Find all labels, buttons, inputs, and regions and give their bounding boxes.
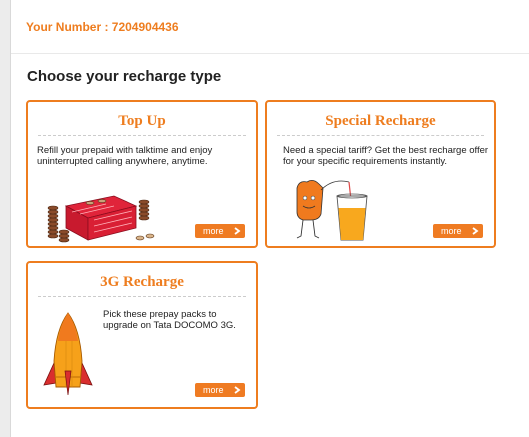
rocket-illustration xyxy=(43,312,93,396)
coins-box-illustration xyxy=(47,195,155,243)
left-sidebar-divider xyxy=(10,0,11,437)
card-description: Need a special tariff? Get the best rech… xyxy=(283,145,489,167)
card-description: Refill your prepaid with talktime and en… xyxy=(37,145,213,167)
more-button[interactable]: more xyxy=(195,224,245,238)
chevron-right-icon xyxy=(472,227,479,235)
card-title: Special Recharge xyxy=(325,113,436,129)
card-divider xyxy=(277,135,484,136)
card-divider xyxy=(38,135,246,136)
more-button-label: more xyxy=(203,226,224,236)
card-divider xyxy=(38,296,246,297)
more-button-label: more xyxy=(441,226,462,236)
card-title: 3G Recharge xyxy=(100,274,184,290)
more-button[interactable]: more xyxy=(433,224,483,238)
header-divider xyxy=(11,53,529,54)
more-button-label: more xyxy=(203,385,224,395)
card-title: Top Up xyxy=(118,113,166,129)
chevron-right-icon xyxy=(234,227,241,235)
chevron-right-icon xyxy=(234,386,241,394)
your-number-label: Your Number : 7204904436 xyxy=(26,20,179,34)
section-title: Choose your recharge type xyxy=(27,68,222,85)
mascot-juice-illustration xyxy=(296,180,368,241)
card-description: Pick these prepay packs to upgrade on Ta… xyxy=(103,309,236,331)
left-sidebar-border xyxy=(0,0,10,437)
card-special-recharge[interactable]: Special Recharge Need a special tariff? … xyxy=(265,100,496,248)
card-top-up[interactable]: Top Up Refill your prepaid with talktime… xyxy=(26,100,258,248)
card-3g-recharge[interactable]: 3G Recharge Pick these prepay packs to u… xyxy=(26,261,258,409)
more-button[interactable]: more xyxy=(195,383,245,397)
